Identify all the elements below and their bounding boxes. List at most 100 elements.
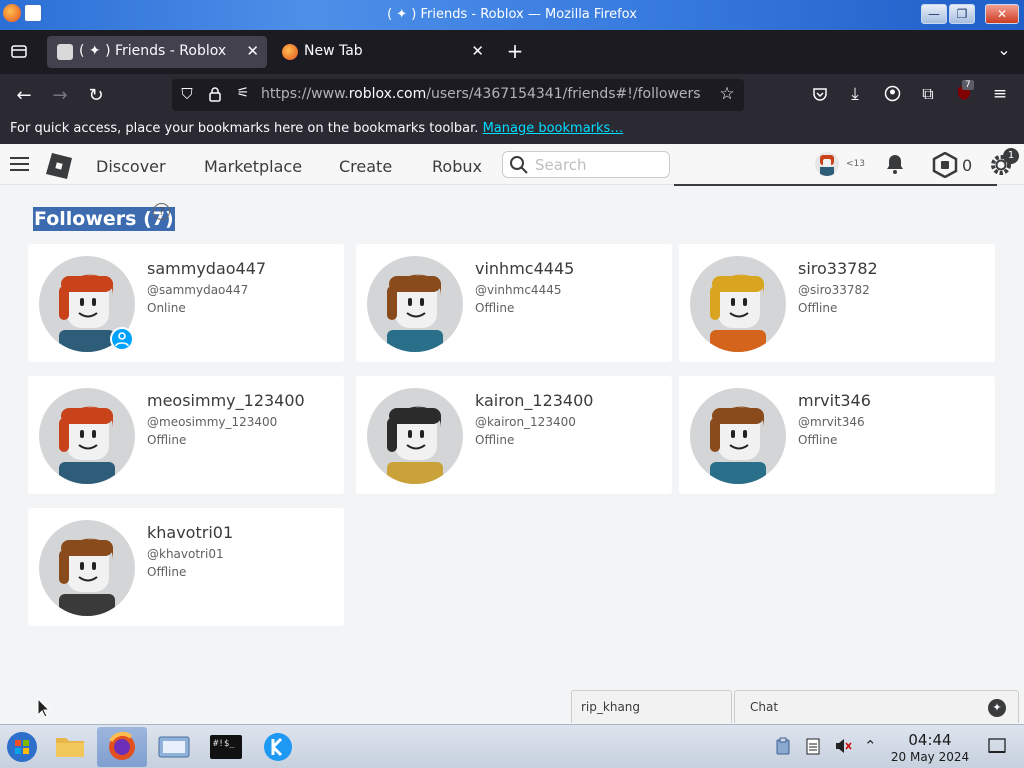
follower-display-name[interactable]: mrvit346 — [798, 391, 871, 410]
avatar[interactable] — [39, 520, 135, 616]
follower-username: @sammydao447 — [147, 283, 249, 297]
follower-card[interactable]: meosimmy_123400 @meosimmy_123400 Offline — [28, 376, 344, 494]
follower-card[interactable]: kairon_123400 @kairon_123400 Offline — [356, 376, 672, 494]
volume-muted-icon[interactable] — [834, 737, 852, 759]
search-box[interactable] — [502, 151, 670, 178]
follower-card[interactable]: mrvit346 @mrvit346 Offline — [679, 376, 995, 494]
ublock-extension-icon[interactable]: 7 — [954, 80, 974, 106]
tab-strip: ( ✦ ) Friends - Roblox ✕ New Tab ✕ + ⌄ — [0, 30, 1024, 74]
url-text[interactable]: https://www.roblox.com/users/4367154341/… — [261, 86, 701, 102]
follower-card[interactable]: khavotri01 @khavotri01 Offline — [28, 508, 344, 626]
header-avatar[interactable] — [815, 152, 839, 176]
pocket-icon[interactable] — [810, 86, 830, 106]
forward-arrow-icon[interactable]: → — [48, 85, 72, 106]
follower-presence-status: Offline — [475, 433, 515, 447]
system-taskbar: #!$_ ⌃ 04:44 20 May 2024 — [0, 724, 1024, 768]
manage-bookmarks-link[interactable]: Manage bookmarks… — [483, 121, 624, 136]
notifications-bell-icon[interactable] — [884, 153, 906, 179]
follower-display-name[interactable]: kairon_123400 — [475, 391, 593, 410]
start-menu-button[interactable] — [0, 727, 46, 767]
tray-expand-chevron-icon[interactable]: ⌃ — [864, 737, 877, 755]
follower-card[interactable]: siro33782 @siro33782 Offline — [679, 244, 995, 362]
avatar[interactable] — [367, 388, 463, 484]
header-underline — [674, 184, 997, 186]
new-tab-plus-icon[interactable]: + — [503, 39, 527, 63]
downloads-icon[interactable]: ⤓ — [845, 84, 865, 104]
back-arrow-icon[interactable]: ← — [12, 85, 36, 106]
age-label: <13 — [846, 159, 865, 169]
roblox-logo-icon[interactable] — [44, 151, 74, 185]
avatar[interactable] — [367, 256, 463, 352]
nav-discover[interactable]: Discover — [96, 157, 166, 176]
settings-gear-icon[interactable]: 1 — [988, 148, 1019, 182]
chat-label: Chat — [750, 700, 779, 714]
follower-presence-status: Offline — [475, 301, 515, 315]
tab-list-icon[interactable] — [8, 42, 30, 64]
extension-badge: 7 — [962, 80, 974, 90]
follower-card[interactable]: sammydao447 @sammydao447 Online — [28, 244, 344, 362]
bookmark-star-icon[interactable]: ☆ — [717, 84, 737, 104]
robux-count[interactable]: 0 — [962, 156, 972, 175]
help-question-icon[interactable]: ? — [153, 203, 170, 220]
extensions-puzzle-icon[interactable]: ⧉ — [918, 84, 938, 104]
search-icon[interactable] — [509, 155, 529, 179]
tab-label: New Tab — [304, 43, 363, 59]
chat-panel-tab[interactable]: Chat ✦ — [734, 690, 1019, 723]
follower-username: @siro33782 — [798, 283, 870, 297]
chat-user-tab[interactable]: rip_khang — [571, 690, 732, 723]
follower-display-name[interactable]: sammydao447 — [147, 259, 266, 278]
follower-display-name[interactable]: khavotri01 — [147, 523, 233, 542]
close-window-button[interactable]: ✕ — [985, 4, 1019, 24]
url-bar[interactable]: ⛉ ⚟ https://www.roblox.com/users/4367154… — [172, 79, 744, 111]
follower-username: @vinhmc4445 — [475, 283, 562, 297]
menu-hamburger-icon[interactable]: ≡ — [990, 84, 1010, 104]
kde-taskbar-icon[interactable] — [255, 727, 301, 767]
search-input[interactable] — [535, 155, 663, 175]
window-title: ( ✦ ) Friends - Roblox — Mozilla Firefox — [387, 7, 637, 22]
close-tab-icon[interactable]: ✕ — [471, 42, 484, 60]
clock-date: 20 May 2024 — [890, 750, 970, 764]
avatar[interactable] — [690, 388, 786, 484]
terminal-taskbar-icon[interactable]: #!$_ — [203, 727, 249, 767]
lock-icon[interactable] — [206, 86, 224, 106]
show-desktop-icon[interactable] — [988, 737, 1006, 759]
mouse-cursor-icon — [37, 697, 51, 722]
firefox-taskbar-icon[interactable] — [97, 727, 147, 767]
reload-icon[interactable]: ↻ — [84, 85, 108, 106]
nav-create[interactable]: Create — [339, 157, 392, 176]
account-icon[interactable] — [882, 85, 902, 106]
notes-tray-icon[interactable] — [806, 737, 820, 759]
taskbar-clock[interactable]: 04:44 20 May 2024 — [888, 731, 972, 764]
tab-roblox-friends[interactable]: ( ✦ ) Friends - Roblox ✕ — [47, 36, 267, 68]
avatar[interactable] — [39, 388, 135, 484]
bookmarks-hint: For quick access, place your bookmarks h… — [10, 121, 623, 136]
follower-username: @meosimmy_123400 — [147, 415, 278, 429]
clock-time: 04:44 — [908, 731, 952, 749]
follower-display-name[interactable]: meosimmy_123400 — [147, 391, 305, 410]
robux-icon[interactable] — [932, 151, 958, 182]
maximize-button[interactable]: ❐ — [949, 4, 975, 24]
system-settings-taskbar-icon[interactable] — [151, 727, 197, 767]
shield-icon[interactable]: ⛉ — [178, 85, 196, 103]
minimize-button[interactable]: — — [921, 4, 947, 24]
hamburger-menu-icon[interactable] — [10, 156, 30, 176]
nav-robux[interactable]: Robux — [432, 157, 482, 176]
clipboard-tray-icon[interactable] — [775, 737, 791, 759]
follower-card[interactable]: vinhmc4445 @vinhmc4445 Offline — [356, 244, 672, 362]
nav-marketplace[interactable]: Marketplace — [204, 157, 302, 176]
follower-username: @kairon_123400 — [475, 415, 576, 429]
close-tab-icon[interactable]: ✕ — [246, 42, 259, 60]
bookmarks-hint-text: For quick access, place your bookmarks h… — [10, 121, 479, 136]
follower-display-name[interactable]: vinhmc4445 — [475, 259, 574, 278]
list-all-tabs-chevron-icon[interactable]: ⌄ — [992, 40, 1016, 59]
bookmarks-toolbar: For quick access, place your bookmarks h… — [0, 116, 1024, 144]
tab-new-tab[interactable]: New Tab ✕ — [272, 36, 492, 68]
roblox-favicon-icon — [57, 44, 73, 60]
permissions-icon[interactable]: ⚟ — [234, 85, 252, 101]
settings-badge: 1 — [1003, 148, 1019, 164]
chat-expand-icon[interactable]: ✦ — [988, 699, 1006, 717]
file-manager-taskbar-icon[interactable] — [47, 727, 93, 767]
follower-display-name[interactable]: siro33782 — [798, 259, 878, 278]
window-titlebar: ( ✦ ) Friends - Roblox — Mozilla Firefox… — [0, 0, 1024, 30]
avatar[interactable] — [690, 256, 786, 352]
